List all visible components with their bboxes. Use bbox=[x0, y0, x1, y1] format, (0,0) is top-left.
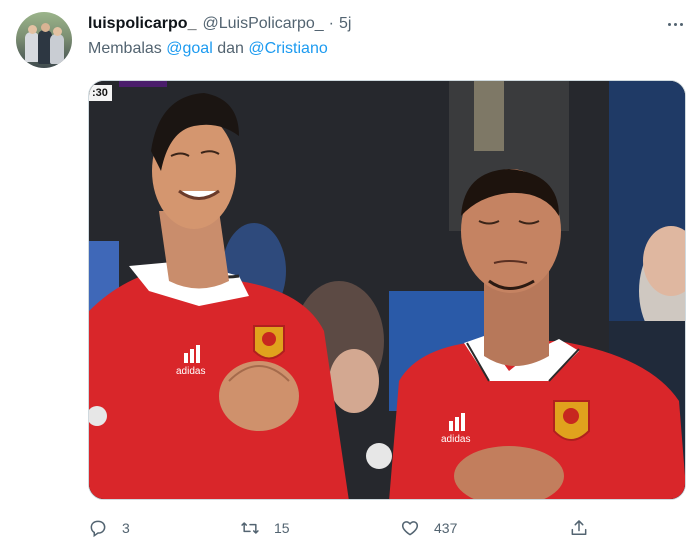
reply-conjunction: dan bbox=[217, 40, 244, 57]
reply-count: 3 bbox=[122, 520, 130, 536]
retweet-icon bbox=[241, 522, 259, 534]
reply-icon bbox=[90, 520, 106, 538]
jersey-sponsor-right: adidas bbox=[441, 434, 470, 445]
tweet-media-photo[interactable]: adidas adidas:30 bbox=[88, 80, 686, 500]
more-horizontal-icon bbox=[667, 22, 683, 26]
reply-context: Membalas @goal dan @Cristiano bbox=[88, 40, 328, 58]
user-handle[interactable]: @LuisPolicarpo_ bbox=[202, 15, 323, 33]
like-count: 437 bbox=[434, 520, 458, 536]
mention-cristiano[interactable]: @Cristiano bbox=[248, 40, 327, 57]
scoreboard-time: :30 bbox=[89, 85, 112, 101]
scoreboard-bar bbox=[119, 81, 167, 87]
mention-goal[interactable]: @goal bbox=[166, 40, 213, 57]
tweet: luispolicarpo_ @LuisPolicarpo_ · 5j Memb… bbox=[0, 0, 700, 549]
tweet-header: luispolicarpo_ @LuisPolicarpo_ · 5j bbox=[88, 13, 351, 35]
jersey-sponsor-left: adidas bbox=[176, 366, 205, 377]
heart-icon bbox=[401, 521, 419, 536]
retweet-button[interactable]: 15 bbox=[240, 514, 290, 542]
more-options-button[interactable] bbox=[660, 14, 690, 34]
retweet-count: 15 bbox=[274, 520, 290, 536]
tweet-actions: 3 15 437 bbox=[88, 514, 688, 542]
avatar[interactable] bbox=[16, 12, 72, 68]
timestamp[interactable]: 5j bbox=[339, 15, 351, 33]
share-button[interactable] bbox=[569, 514, 589, 542]
share-icon bbox=[571, 520, 587, 535]
photo-scene: adidas adidas bbox=[89, 81, 685, 499]
separator-dot: · bbox=[328, 15, 334, 32]
reply-button[interactable]: 3 bbox=[88, 514, 130, 542]
like-button[interactable]: 437 bbox=[400, 514, 457, 542]
reply-prefix: Membalas bbox=[88, 40, 162, 57]
display-name[interactable]: luispolicarpo_ bbox=[88, 15, 196, 33]
